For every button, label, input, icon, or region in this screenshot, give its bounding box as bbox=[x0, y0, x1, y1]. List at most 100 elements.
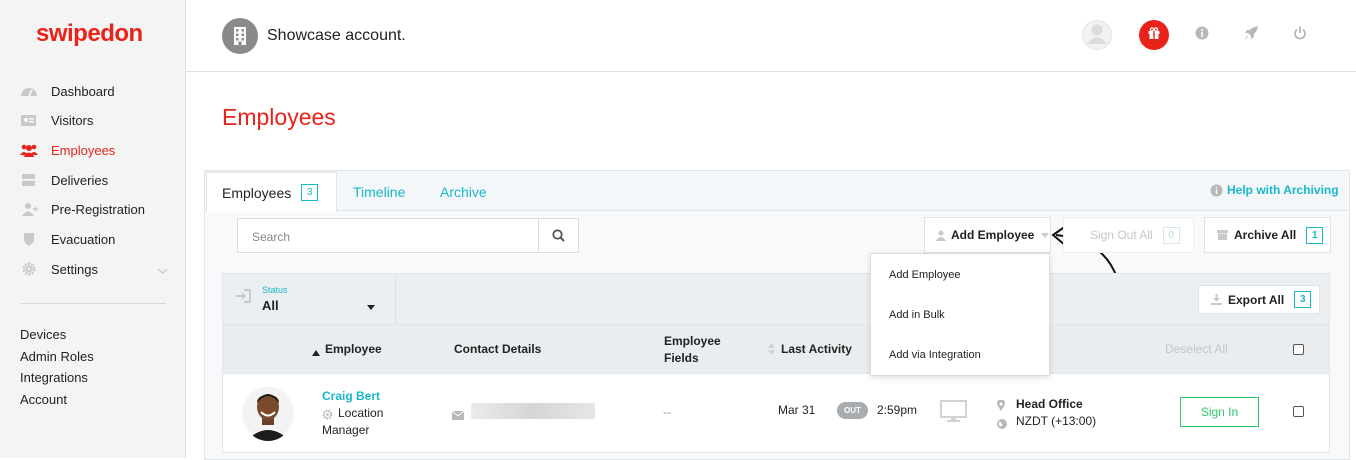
user-avatar-button[interactable] bbox=[1082, 20, 1112, 50]
inbox-icon bbox=[20, 173, 38, 187]
deselect-all-button[interactable]: Deselect All bbox=[1165, 342, 1228, 356]
sidebar-item-visitors[interactable]: Visitors bbox=[20, 109, 93, 131]
column-employee-fields-line1: Employee bbox=[664, 334, 721, 348]
sidebar-divider bbox=[20, 303, 166, 304]
employee-fields-value: -- bbox=[663, 405, 671, 419]
sign-out-all-button[interactable]: Sign Out All 0 bbox=[1063, 217, 1194, 253]
email-icon bbox=[451, 407, 465, 425]
download-icon bbox=[1211, 294, 1222, 305]
last-activity-time: 2:59pm bbox=[877, 403, 918, 417]
caret-down-icon bbox=[367, 297, 375, 315]
sidebar-item-deliveries[interactable]: Deliveries bbox=[20, 169, 108, 191]
help-icon bbox=[1210, 184, 1223, 197]
sidebar-item-settings[interactable]: Settings bbox=[20, 258, 168, 280]
user-icon bbox=[936, 230, 946, 241]
status-filter-value: All bbox=[262, 298, 279, 313]
monitor-icon bbox=[940, 400, 967, 428]
employee-role-line1: Location bbox=[338, 406, 384, 420]
status-filter-label: Status bbox=[262, 285, 288, 295]
export-count-badge: 3 bbox=[1294, 291, 1312, 308]
sidebar-link-account[interactable]: Account bbox=[20, 392, 67, 407]
visitor-card-icon bbox=[20, 113, 38, 127]
search-input[interactable]: Search bbox=[237, 218, 539, 253]
info-button[interactable] bbox=[1187, 20, 1217, 50]
sidebar-item-evacuation[interactable]: Evacuation bbox=[20, 228, 115, 250]
add-employee-menu: Add Employee Add in Bulk Add via Integra… bbox=[870, 253, 1050, 376]
account-name[interactable]: Showcase account. bbox=[267, 27, 406, 45]
swipedon-logo[interactable]: swipedon bbox=[36, 20, 143, 48]
archive-all-label: Archive All bbox=[1234, 228, 1297, 242]
tab-employees[interactable]: Employees 3 bbox=[206, 171, 337, 212]
add-employee-label: Add Employee bbox=[951, 228, 1035, 242]
sidebar-item-label: Settings bbox=[51, 261, 98, 277]
menu-item-add-in-bulk[interactable]: Add in Bulk bbox=[889, 309, 945, 321]
sidebar-item-label: Employees bbox=[51, 142, 116, 158]
menu-item-add-via-integration[interactable]: Add via Integration bbox=[889, 349, 981, 361]
add-employee-button[interactable]: Add Employee bbox=[924, 217, 1051, 253]
select-all-checkbox[interactable] bbox=[1293, 344, 1304, 355]
export-all-label: Export All bbox=[1228, 292, 1285, 307]
gift-icon bbox=[1147, 26, 1161, 45]
column-last-activity[interactable]: Last Activity bbox=[781, 342, 852, 356]
shield-icon bbox=[20, 232, 38, 246]
employee-name-link[interactable]: Craig Bert bbox=[322, 389, 380, 403]
page-title: Employees bbox=[222, 104, 336, 130]
rocket-button[interactable] bbox=[1236, 20, 1266, 50]
sign-in-button[interactable]: Sign In bbox=[1180, 397, 1259, 427]
sidebar-item-label: Deliveries bbox=[51, 172, 109, 188]
tab-timeline[interactable]: Timeline bbox=[353, 171, 405, 212]
search-icon bbox=[552, 229, 565, 242]
archive-all-button[interactable]: Archive All 1 bbox=[1204, 217, 1331, 253]
sign-out-count-badge: 0 bbox=[1162, 226, 1180, 244]
menu-item-add-employee[interactable]: Add Employee bbox=[889, 269, 961, 281]
sidebar-item-label: Visitors bbox=[51, 112, 94, 128]
employee-count-badge: 3 bbox=[301, 184, 319, 201]
add-user-icon bbox=[20, 202, 38, 216]
sidebar-link-integrations[interactable]: Integrations bbox=[20, 370, 88, 385]
power-icon bbox=[1293, 26, 1307, 45]
building-icon bbox=[222, 18, 258, 54]
status-filter[interactable]: Status All bbox=[223, 274, 396, 324]
export-all-button[interactable]: Export All 3 bbox=[1198, 285, 1320, 314]
gear-icon bbox=[20, 262, 38, 276]
power-button[interactable] bbox=[1285, 20, 1315, 50]
user-avatar-icon bbox=[1083, 19, 1111, 52]
sidebar-item-employees[interactable]: Employees bbox=[20, 139, 115, 161]
table-row: Craig Bert Location Manager -- Mar 31 OU… bbox=[222, 373, 1330, 453]
location-name: Head Office bbox=[1016, 397, 1083, 411]
sign-out-all-label: Sign Out All bbox=[1090, 228, 1153, 242]
employee-avatar bbox=[242, 385, 294, 441]
location-pin-icon bbox=[997, 398, 1005, 416]
column-employee[interactable]: Employee bbox=[325, 342, 382, 356]
sidebar: swipedon Dashboard Visitors Employees De… bbox=[0, 0, 186, 458]
filter-bar: Status All Export All 3 bbox=[222, 273, 1330, 325]
last-activity-date: Mar 31 bbox=[778, 403, 816, 417]
status-badge: OUT bbox=[837, 402, 868, 419]
column-contact-details: Contact Details bbox=[454, 342, 542, 356]
search-button[interactable] bbox=[538, 218, 579, 253]
top-header: Showcase account. bbox=[186, 0, 1356, 72]
employees-icon bbox=[20, 143, 38, 157]
sort-asc-icon bbox=[312, 343, 320, 361]
sidebar-item-dashboard[interactable]: Dashboard bbox=[20, 80, 115, 102]
globe-icon bbox=[997, 416, 1007, 434]
tab-label: Employees bbox=[222, 184, 292, 201]
archive-count-badge: 1 bbox=[1306, 226, 1324, 244]
sidebar-item-pre-registration[interactable]: Pre-Registration bbox=[20, 198, 145, 220]
contact-redacted bbox=[471, 403, 595, 419]
column-employee-fields-line2: Fields bbox=[664, 351, 699, 365]
help-archiving-label: Help with Archiving bbox=[1227, 183, 1339, 197]
sidebar-link-devices[interactable]: Devices bbox=[20, 327, 66, 342]
sidebar-link-admin-roles[interactable]: Admin Roles bbox=[20, 349, 94, 364]
info-icon bbox=[1195, 26, 1209, 45]
chevron-down-icon bbox=[157, 263, 168, 278]
timezone: NZDT (+13:00) bbox=[1016, 414, 1097, 428]
tab-archive[interactable]: Archive bbox=[440, 171, 487, 212]
gift-button[interactable] bbox=[1139, 20, 1169, 50]
sort-icon bbox=[768, 342, 775, 360]
tabs-bar: Employees 3 Timeline Archive Help with A… bbox=[205, 171, 1349, 212]
dashboard-icon bbox=[20, 84, 38, 98]
help-archiving-link[interactable]: Help with Archiving bbox=[1210, 183, 1339, 197]
sidebar-item-label: Evacuation bbox=[51, 231, 116, 247]
row-checkbox[interactable] bbox=[1293, 406, 1304, 417]
